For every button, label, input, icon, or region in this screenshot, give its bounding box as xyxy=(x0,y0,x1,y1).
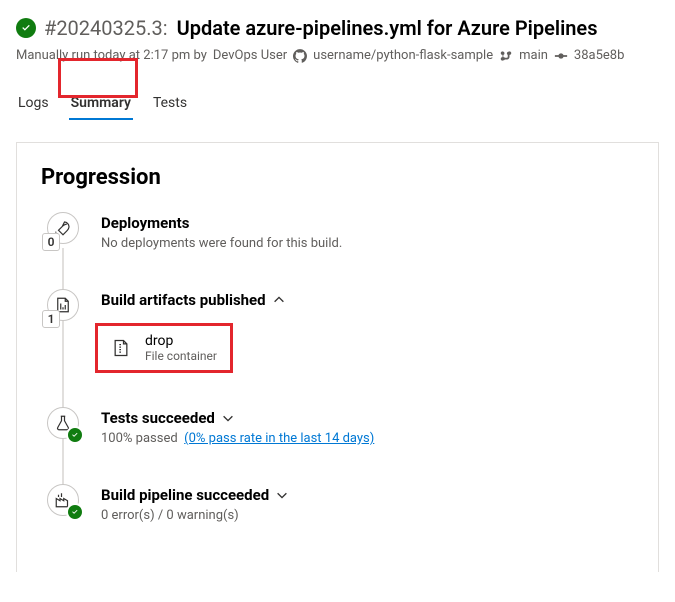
summary-tabs: Logs Summary Tests xyxy=(16,89,189,120)
pipeline-title-text: Build pipeline succeeded xyxy=(101,486,269,504)
pipeline-title[interactable]: Build pipeline succeeded xyxy=(101,486,289,504)
triggered-text: Manually run today at 2:17 pm by xyxy=(16,48,207,63)
status-success-icon xyxy=(16,18,36,38)
timeline-item-tests: Tests succeeded 100% passed (0% pass rat… xyxy=(47,407,634,446)
build-number: #20240325.3: xyxy=(44,16,168,40)
pipeline-stats: 0 error(s) / 0 warning(s) xyxy=(101,508,289,523)
pipeline-node xyxy=(47,484,79,516)
artifact-name: drop xyxy=(145,333,217,349)
tests-title[interactable]: Tests succeeded xyxy=(101,409,374,427)
triggered-user: DevOps User xyxy=(213,48,287,63)
artifacts-title-text: Build artifacts published xyxy=(101,291,266,309)
deployments-count-badge: 0 xyxy=(42,233,60,251)
progression-card: Progression 0 Deployments No deployments… xyxy=(16,142,659,572)
artifact-type: File container xyxy=(145,349,217,363)
tests-success-badge xyxy=(66,426,84,444)
artifacts-title[interactable]: Build artifacts published xyxy=(101,291,286,309)
artifacts-node: 1 xyxy=(47,289,79,321)
chevron-up-icon xyxy=(272,293,286,307)
page-title: #20240325.3: Update azure-pipelines.yml … xyxy=(44,16,597,40)
tests-node xyxy=(47,407,79,439)
timeline-item-deployments: 0 Deployments No deployments were found … xyxy=(47,212,634,251)
commit-link[interactable]: 38a5e8b xyxy=(574,48,625,63)
deployments-title: Deployments xyxy=(101,214,342,232)
branch-link[interactable]: main xyxy=(519,48,548,63)
timeline-item-pipeline: Build pipeline succeeded 0 error(s) / 0 … xyxy=(47,484,634,523)
progression-timeline: 0 Deployments No deployments were found … xyxy=(47,212,634,523)
repo-link[interactable]: username/python-flask-sample xyxy=(313,48,493,63)
tests-pass-rate-link[interactable]: (0% pass rate in the last 14 days) xyxy=(184,431,374,446)
tab-logs[interactable]: Logs xyxy=(16,89,51,119)
build-header: #20240325.3: Update azure-pipelines.yml … xyxy=(16,16,659,40)
build-meta: Manually run today at 2:17 pm by DevOps … xyxy=(16,48,659,63)
deployments-node: 0 xyxy=(47,212,79,244)
pipeline-success-badge xyxy=(66,503,84,521)
chevron-down-icon xyxy=(275,488,289,502)
github-icon xyxy=(293,49,307,63)
tests-title-text: Tests succeeded xyxy=(101,409,215,427)
commit-icon xyxy=(554,49,568,63)
progression-heading: Progression xyxy=(41,165,634,190)
timeline-item-artifacts: 1 Build artifacts published drop File co… xyxy=(47,289,634,369)
branch-icon xyxy=(499,49,513,63)
chevron-down-icon xyxy=(221,411,235,425)
build-name: Update azure-pipelines.yml for Azure Pip… xyxy=(177,16,598,40)
artifacts-count-badge: 1 xyxy=(42,310,60,328)
artifact-item-drop[interactable]: drop File container xyxy=(99,327,225,369)
tests-pass-text: 100% passed xyxy=(101,431,178,446)
tab-summary[interactable]: Summary xyxy=(69,89,133,119)
deployments-message: No deployments were found for this build… xyxy=(101,236,342,251)
tab-tests[interactable]: Tests xyxy=(151,89,189,119)
artifact-zip-icon xyxy=(107,334,135,362)
